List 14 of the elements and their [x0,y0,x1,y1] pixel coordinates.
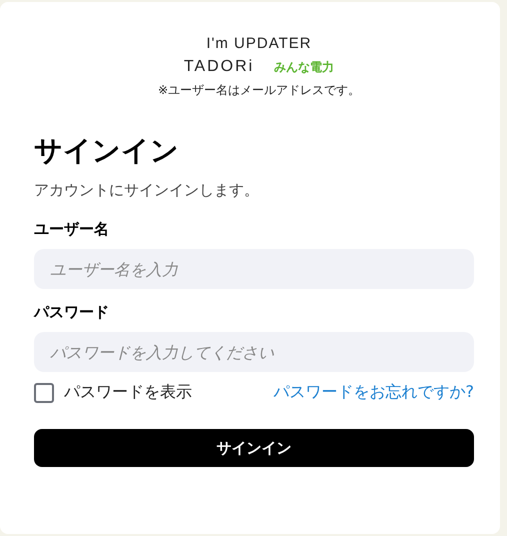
field-label: ユーザー名 [34,220,110,239]
checkbox-label: パスワードを表示 [64,382,192,403]
checkbox[interactable] [34,382,54,402]
input-field[interactable]: パスワードを入力してください [34,332,474,372]
logo: I'm UPDATER [206,34,312,52]
subtitle-text: アカウントにサインインします。 [34,181,260,200]
forgot-password-link[interactable]: パスワードをお忘れですか? [274,382,474,403]
input-field[interactable]: ユーザー名を入力 [34,249,474,289]
field-label: パスワード [34,303,110,322]
logo: みんな電力 [274,58,334,76]
sign-in-button[interactable]: サインイン [34,429,474,467]
note-text: ※ユーザー名はメールアドレスです。 [158,82,360,99]
page-title: サインイン [34,133,180,169]
logo: TADORi [184,58,254,76]
